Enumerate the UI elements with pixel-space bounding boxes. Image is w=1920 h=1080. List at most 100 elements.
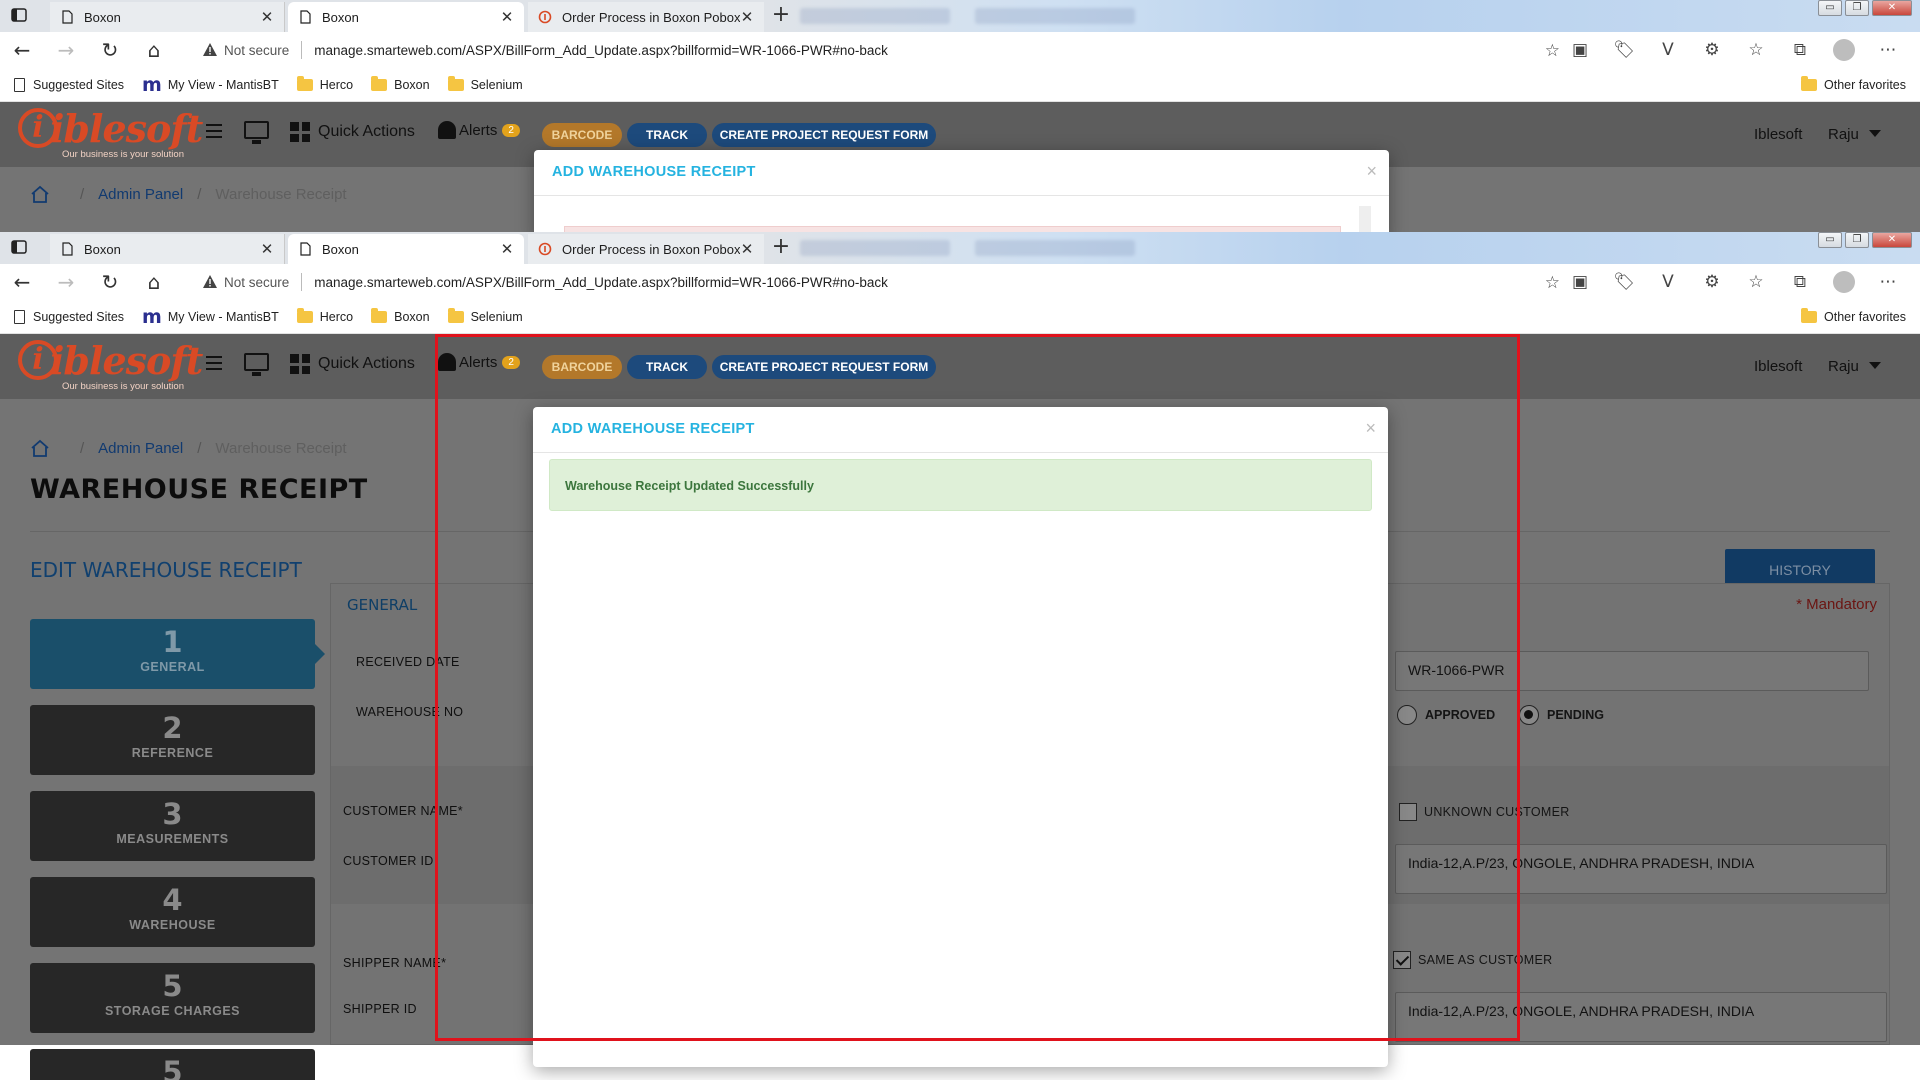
favorite-selenium[interactable]: Selenium: [447, 75, 523, 92]
tab-close-icon[interactable]: ✕: [500, 8, 514, 26]
more-menu-icon[interactable]: ⋯: [1866, 40, 1910, 60]
favorite-herco[interactable]: Herco: [296, 307, 353, 324]
status-approved-radio[interactable]: APPROVED: [1397, 705, 1495, 725]
tab-order-process[interactable]: Order Process in Boxon Pobox Sc ✕: [528, 2, 764, 32]
iblesoft-logo[interactable]: i iblesoft Our business is your solution: [18, 338, 203, 392]
profile-avatar[interactable]: [1822, 271, 1866, 293]
home-button[interactable]: ⌂: [132, 264, 176, 300]
home-icon[interactable]: [30, 439, 50, 457]
modal-close-icon[interactable]: ×: [1365, 418, 1376, 439]
selenium-ide-icon[interactable]: ▣: [1558, 40, 1602, 60]
tab-close-icon[interactable]: ✕: [740, 8, 754, 26]
tab-boxon-1[interactable]: Boxon ✕: [50, 234, 285, 264]
home-button[interactable]: ⌂: [132, 32, 176, 68]
step-measurements[interactable]: 3 MEASUREMENTS: [30, 791, 315, 861]
vue-extension-icon[interactable]: V: [1646, 40, 1690, 60]
new-tab-button[interactable]: +: [768, 4, 794, 28]
breadcrumb-admin-panel[interactable]: Admin Panel: [98, 440, 183, 457]
favorite-suggested-sites[interactable]: Suggested Sites: [14, 309, 124, 324]
url-field[interactable]: Not secure manage.smarteweb.com/ASPX/Bil…: [188, 268, 1568, 296]
step-storage-charges[interactable]: 5 STORAGE CHARGES: [30, 963, 315, 1033]
forward-button[interactable]: →: [44, 264, 88, 300]
barcode-button[interactable]: BARCODE: [542, 355, 622, 379]
alerts-button[interactable]: Alerts 2: [438, 121, 520, 139]
favorite-other[interactable]: Other favorites: [1801, 307, 1906, 324]
step-next[interactable]: 5: [30, 1049, 315, 1080]
track-button[interactable]: TRACK: [627, 355, 707, 379]
menu-toggle-icon[interactable]: [206, 356, 222, 370]
collections-icon[interactable]: ⧉: [1778, 40, 1822, 60]
extensions-icon[interactable]: ⚙: [1690, 272, 1734, 292]
tab-boxon-2[interactable]: Boxon ✕: [288, 2, 524, 32]
coupon-extension-icon[interactable]: 🏷: [1602, 40, 1646, 60]
favorite-boxon[interactable]: Boxon: [371, 75, 430, 92]
menu-toggle-icon[interactable]: [206, 124, 222, 138]
forward-button[interactable]: →: [44, 32, 88, 68]
refresh-button[interactable]: ↻: [88, 264, 132, 300]
home-icon[interactable]: [30, 185, 50, 203]
coupon-extension-icon[interactable]: 🏷: [1602, 272, 1646, 292]
tab-close-icon[interactable]: ✕: [740, 240, 754, 258]
favorite-mantis[interactable]: m My View - MantisBT: [142, 306, 279, 328]
tab-order-process[interactable]: Order Process in Boxon Pobox Sc ✕: [528, 234, 764, 264]
minimize-button[interactable]: ▭: [1818, 232, 1842, 248]
track-button[interactable]: TRACK: [627, 123, 707, 147]
refresh-button[interactable]: ↻: [88, 32, 132, 68]
quick-actions-button[interactable]: Quick Actions: [290, 122, 415, 142]
alerts-button[interactable]: Alerts 2: [438, 353, 520, 371]
favorite-suggested-sites[interactable]: Suggested Sites: [14, 77, 124, 92]
vue-extension-icon[interactable]: V: [1646, 272, 1690, 292]
tab-close-icon[interactable]: ✕: [260, 240, 274, 258]
minimize-button[interactable]: ▭: [1818, 0, 1842, 16]
favorites-icon[interactable]: ☆: [1734, 40, 1778, 60]
barcode-button[interactable]: BARCODE: [542, 123, 622, 147]
back-button[interactable]: ←: [0, 264, 44, 300]
new-tab-button[interactable]: +: [768, 236, 794, 260]
warehouse-no-input[interactable]: WR-1066-PWR: [1395, 651, 1869, 691]
dashboard-icon[interactable]: [244, 121, 269, 144]
breadcrumb-admin-panel[interactable]: Admin Panel: [98, 186, 183, 203]
close-window-button[interactable]: ✕: [1872, 232, 1912, 248]
customer-address-input[interactable]: India-12,A.P/23, ONGOLE, ANDHRA PRADESH,…: [1395, 844, 1887, 894]
folder-icon: [371, 75, 388, 91]
url-field[interactable]: Not secure manage.smarteweb.com/ASPX/Bil…: [188, 36, 1568, 64]
favorite-mantis[interactable]: m My View - MantisBT: [142, 74, 279, 96]
user-menu[interactable]: Raju: [1828, 126, 1881, 143]
step-general[interactable]: 1 GENERAL: [30, 619, 325, 689]
create-project-request-form-button[interactable]: CREATE PROJECT REQUEST FORM: [712, 123, 936, 147]
tab-actions-button[interactable]: [10, 6, 40, 26]
favorite-selenium[interactable]: Selenium: [447, 307, 523, 324]
favorite-boxon[interactable]: Boxon: [371, 307, 430, 324]
profile-avatar[interactable]: [1822, 39, 1866, 61]
step-warehouse[interactable]: 4 WAREHOUSE: [30, 877, 315, 947]
extensions-icon[interactable]: ⚙: [1690, 40, 1734, 60]
collections-icon[interactable]: ⧉: [1778, 272, 1822, 292]
status-pending-radio[interactable]: PENDING: [1519, 705, 1604, 725]
unknown-customer-checkbox[interactable]: UNKNOWN CUSTOMER: [1399, 803, 1570, 821]
tab-boxon-1[interactable]: Boxon ✕: [50, 2, 285, 32]
favorites-icon[interactable]: ☆: [1734, 272, 1778, 292]
close-window-button[interactable]: ✕: [1872, 0, 1912, 16]
iblesoft-logo[interactable]: i iblesoft Our business is your solution: [18, 106, 203, 160]
tab-close-icon[interactable]: ✕: [500, 240, 514, 258]
shipper-address-input[interactable]: India-12,A.P/23, ONGOLE, ANDHRA PRADESH,…: [1395, 992, 1887, 1042]
modal-close-icon[interactable]: ×: [1366, 161, 1377, 182]
tab-actions-button[interactable]: [10, 238, 40, 258]
favorite-herco[interactable]: Herco: [296, 75, 353, 92]
back-button[interactable]: ←: [0, 32, 44, 68]
restore-button[interactable]: ❐: [1845, 232, 1869, 248]
more-menu-icon[interactable]: ⋯: [1866, 272, 1910, 292]
folder-icon: [296, 75, 313, 91]
favorite-other[interactable]: Other favorites: [1801, 75, 1906, 92]
quick-actions-button[interactable]: Quick Actions: [290, 354, 415, 374]
tab-close-icon[interactable]: ✕: [260, 8, 274, 26]
tab-boxon-2[interactable]: Boxon ✕: [288, 234, 524, 264]
selenium-ide-icon[interactable]: ▣: [1558, 272, 1602, 292]
same-as-customer-checkbox[interactable]: SAME AS CUSTOMER: [1393, 951, 1552, 969]
dashboard-icon[interactable]: [244, 353, 269, 376]
restore-button[interactable]: ❐: [1845, 0, 1869, 16]
modal-scrollbar[interactable]: [1359, 206, 1371, 232]
user-menu[interactable]: Raju: [1828, 358, 1881, 375]
step-reference[interactable]: 2 REFERENCE: [30, 705, 315, 775]
create-project-request-form-button[interactable]: CREATE PROJECT REQUEST FORM: [712, 355, 936, 379]
